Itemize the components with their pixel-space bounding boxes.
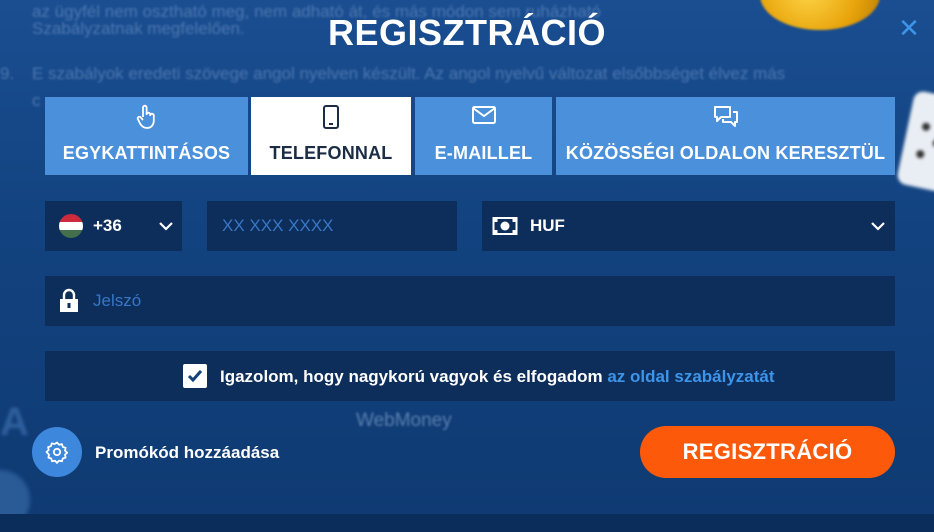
country-code-select[interactable]: +36 [45,201,182,251]
password-field[interactable] [45,276,895,326]
background-text-line: E szabályok eredeti szövege angol nyelve… [32,64,786,83]
smartphone-icon [251,104,411,130]
tab-phone[interactable]: TELEFONNAL [251,97,411,175]
envelope-icon [415,104,552,130]
background-footer-band [0,514,934,532]
tab-email[interactable]: E-MAILLEL [415,97,552,175]
lock-icon [60,288,78,312]
tab-label: EGYKATTINTÁSOS [62,143,231,163]
gear-icon [45,441,69,464]
currency-select[interactable]: HUF [482,201,895,251]
terms-agreement-row: Igazolom, hogy nagykorú vagyok és elfoga… [45,351,895,401]
phone-input[interactable] [207,201,457,251]
chevron-down-icon [159,222,173,231]
chevron-down-icon [871,222,885,231]
background-item-number: 9. [0,64,15,83]
modal-title: REGISZTRÁCIÓ [327,12,606,53]
register-button[interactable]: REGISZTRÁCIÓ [640,426,895,478]
pointer-hand-icon [45,104,248,130]
tab-label: KÖZÖSSÉGI OLDALON KERESZTÜL [565,143,886,163]
terms-link[interactable]: az oldal szabályzatát [607,367,774,386]
phone-field[interactable] [207,201,457,251]
hungary-flag-icon [59,214,83,238]
promo-code-label[interactable]: Promókód hozzáadása [95,443,279,463]
close-icon[interactable]: ✕ [898,15,920,41]
tab-label: E-MAILLEL [434,143,533,163]
tab-one-click[interactable]: EGYKATTINTÁSOS [45,97,248,175]
terms-checkbox[interactable] [183,364,207,388]
background-text-line: c [32,91,41,110]
background-webmoney-logo: WebMoney [356,410,452,431]
promo-code-button[interactable] [32,427,82,477]
checkmark-icon [187,370,203,383]
password-input[interactable] [93,276,873,326]
background-logo-fragment: A [0,400,29,444]
tab-social[interactable]: KÖZÖSSÉGI OLDALON KERESZTÜL [556,97,895,175]
currency-value: HUF [530,216,565,235]
chat-bubbles-icon [556,104,895,130]
terms-agreement-label: Igazolom, hogy nagykorú vagyok és elfoga… [220,367,775,387]
terms-agreement-text: Igazolom, hogy nagykorú vagyok és elfoga… [220,367,608,386]
tab-label: TELEFONNAL [269,143,393,163]
banknote-icon [492,217,518,235]
country-code-value: +36 [93,216,122,235]
